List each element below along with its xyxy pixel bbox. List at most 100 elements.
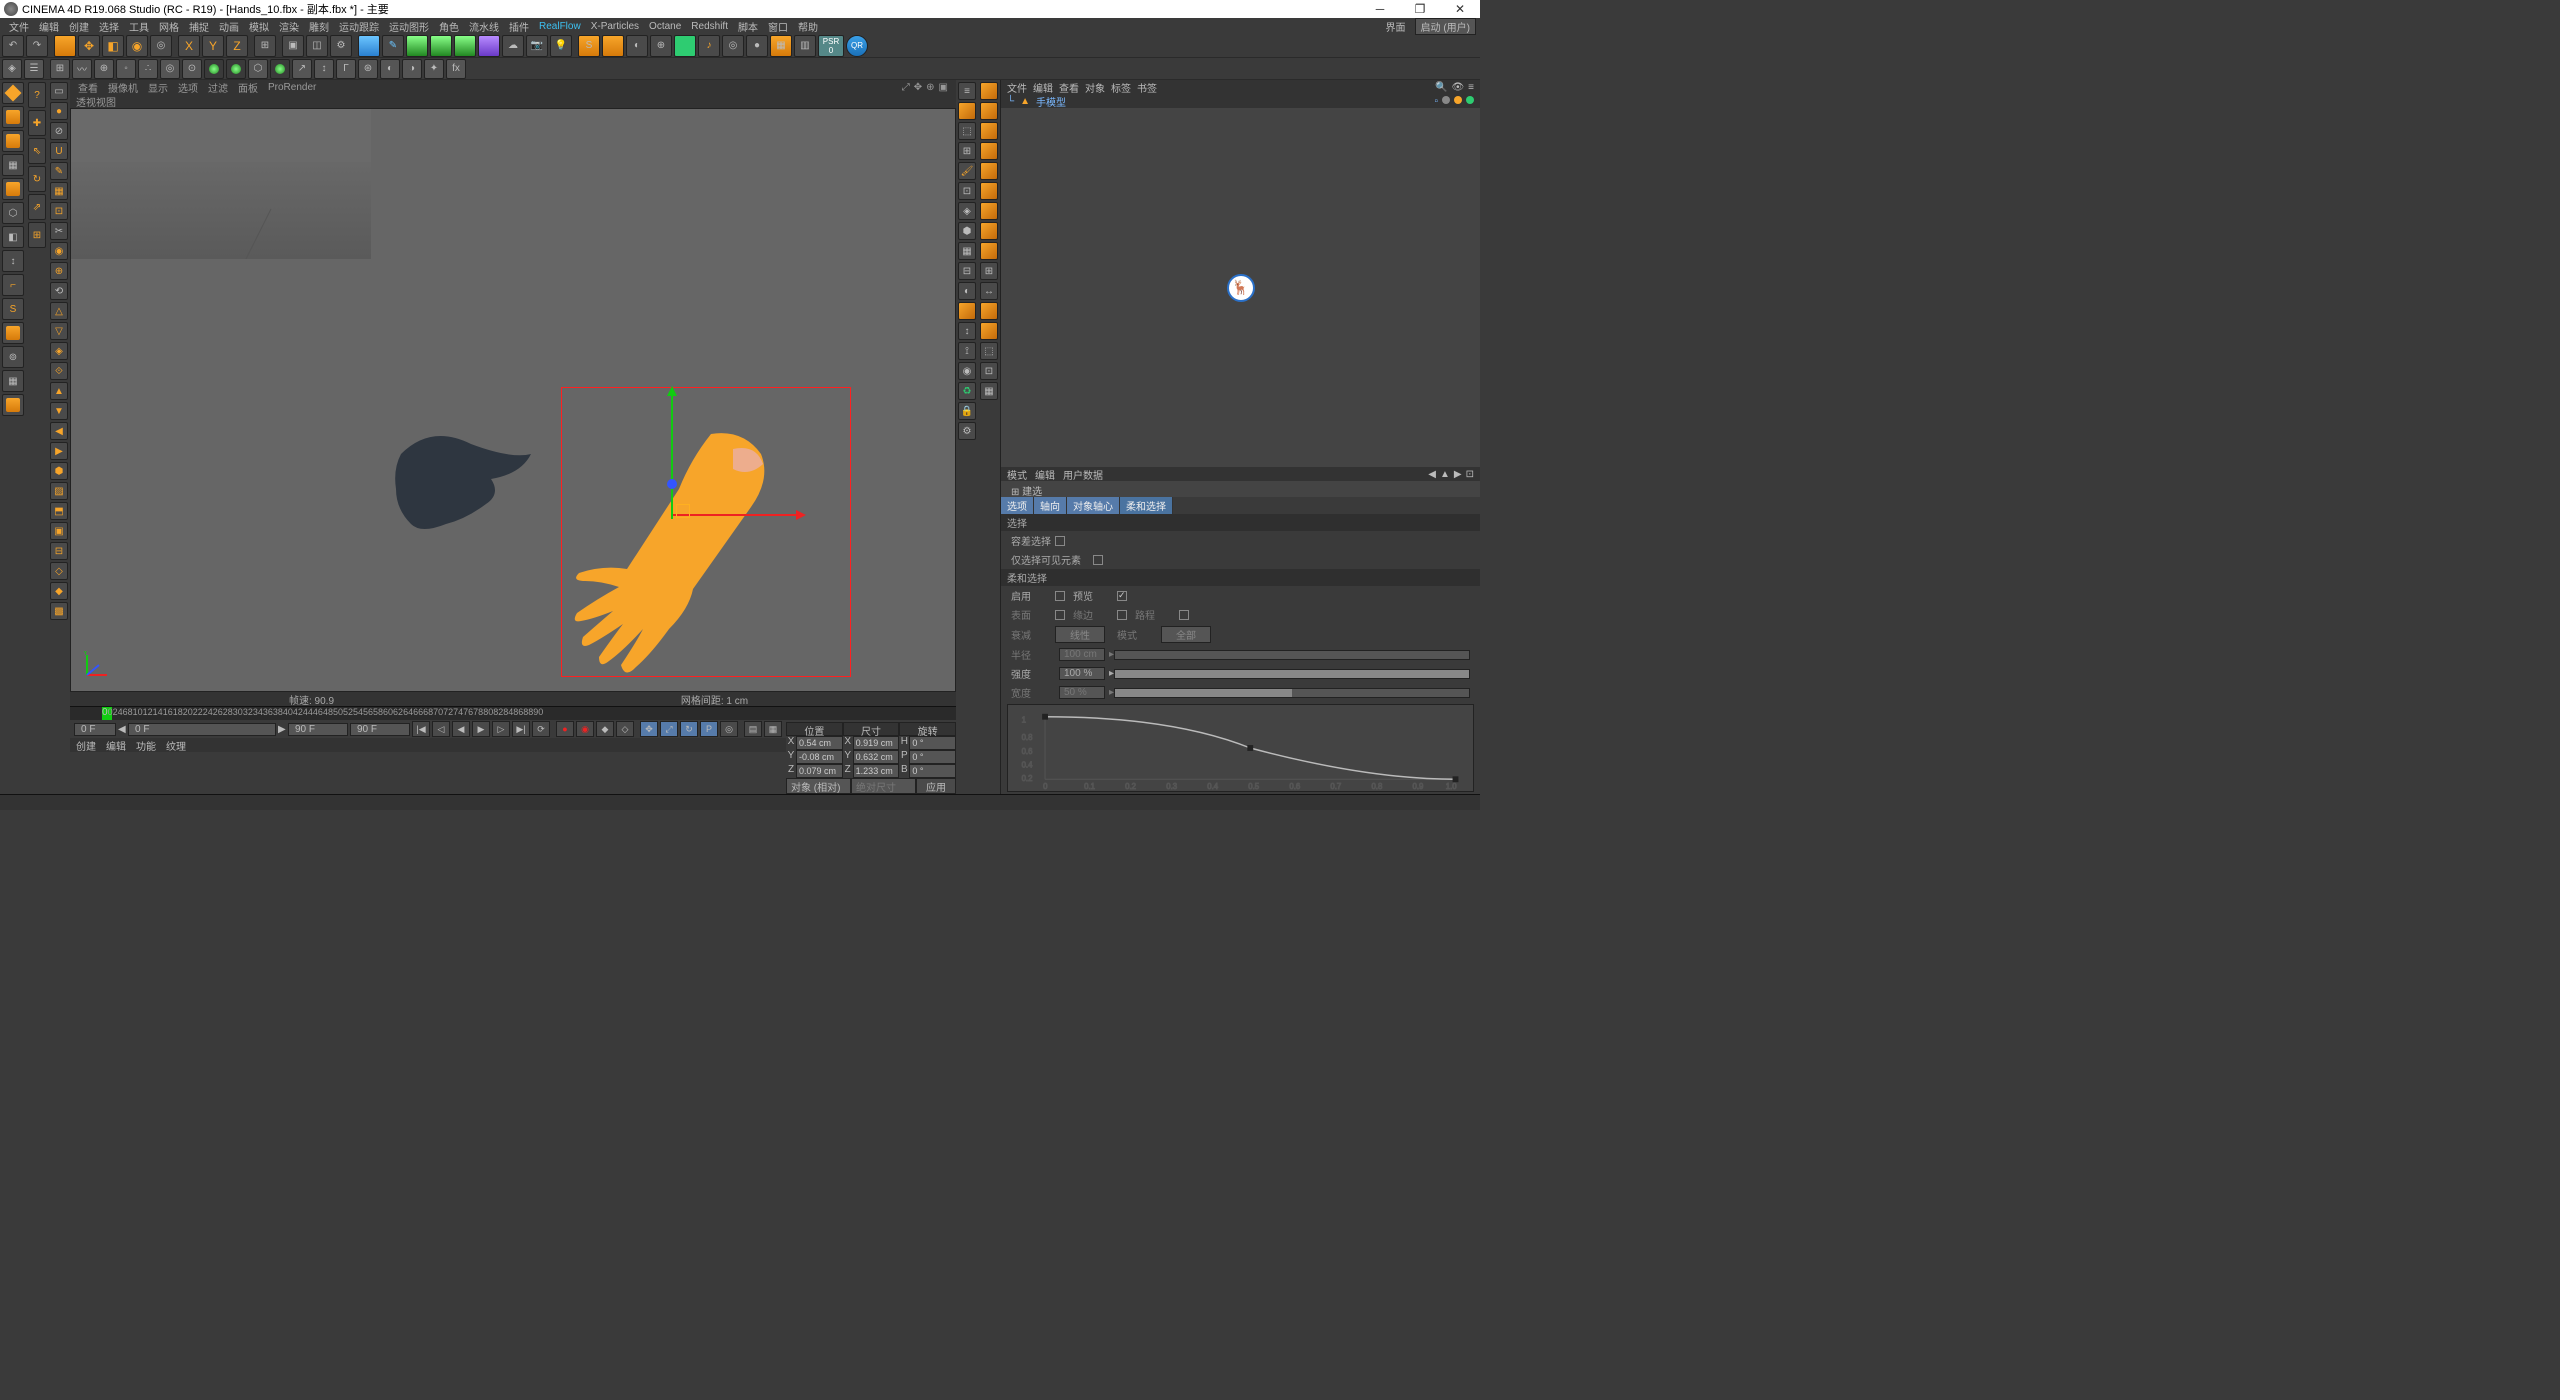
coord-apply-button[interactable]: 应用 <box>916 778 956 794</box>
rc-3[interactable] <box>980 122 998 140</box>
tab-options[interactable]: 选项 <box>1001 497 1034 514</box>
rs-10[interactable]: ↕ <box>958 322 976 340</box>
t2-15[interactable]: ◐ <box>380 59 400 79</box>
p-19[interactable]: ▶ <box>50 442 68 460</box>
slider-strength[interactable] <box>1114 669 1470 679</box>
t2-18[interactable]: fx <box>446 59 466 79</box>
menu-plugin[interactable]: 插件 <box>504 19 534 34</box>
rot-p-field[interactable] <box>909 750 956 764</box>
pos-y-field[interactable] <box>796 750 843 764</box>
size-z-field[interactable] <box>853 764 900 778</box>
maximize-button[interactable]: ❐ <box>1400 0 1440 18</box>
keymode-2[interactable]: ▦ <box>764 721 782 737</box>
p-17[interactable]: ▼ <box>50 402 68 420</box>
rs-3[interactable]: ⊞ <box>958 142 976 160</box>
om-view[interactable]: 查看 <box>1059 80 1079 95</box>
uv-point-mode[interactable]: ⌐ <box>2 274 24 296</box>
aux-4[interactable]: ↻ <box>28 166 46 192</box>
rc-11[interactable]: ↔ <box>980 282 998 300</box>
rc-5[interactable] <box>980 162 998 180</box>
coord-mode-dropdown[interactable]: 对象 (相对) <box>786 778 851 794</box>
axis-z-button[interactable]: Z <box>226 35 248 57</box>
am-edit[interactable]: 编辑 <box>1035 467 1055 482</box>
t2-4[interactable]: 〰 <box>72 59 92 79</box>
chk-enable[interactable] <box>1055 591 1065 601</box>
green-sphere2-icon[interactable] <box>231 64 241 74</box>
menu-sim[interactable]: 模拟 <box>244 19 274 34</box>
rs-gear-icon[interactable]: ⚙ <box>958 422 976 440</box>
pos-x-field[interactable] <box>796 736 843 750</box>
menu-redshift[interactable]: Redshift <box>686 21 733 32</box>
move-tool[interactable]: ✥ <box>78 35 100 57</box>
key-rot-button[interactable]: ↻ <box>680 721 698 737</box>
layout-dropdown[interactable]: 启动 (用户) <box>1415 18 1476 35</box>
om-eye-icon[interactable]: 👁 <box>1451 82 1464 93</box>
rot-b-field[interactable] <box>909 764 956 778</box>
objects-panel-body[interactable]: 🦌 <box>1001 108 1480 467</box>
plugin-5-button[interactable]: ♪ <box>698 35 720 57</box>
aux-6[interactable]: ⊞ <box>28 222 46 248</box>
uv-poly-mode[interactable]: S <box>2 298 24 320</box>
primitive-cube-button[interactable] <box>358 35 380 57</box>
chk-edge[interactable] <box>1117 610 1127 620</box>
p-26[interactable]: ◆ <box>50 582 68 600</box>
autokey-button[interactable]: ◉ <box>576 721 594 737</box>
menu-anim[interactable]: 动画 <box>214 19 244 34</box>
rc-8[interactable] <box>980 222 998 240</box>
vmenu-camera[interactable]: 摄像机 <box>108 80 138 95</box>
timeline-cursor[interactable]: 0024681012141618202224262830323436384042… <box>102 707 112 720</box>
am-back-icon[interactable]: ◀ <box>1428 469 1436 480</box>
p-24[interactable]: ⊟ <box>50 542 68 560</box>
poly-mode[interactable]: ◧ <box>2 226 24 248</box>
rc-16[interactable]: ▦ <box>980 382 998 400</box>
gizmo-z-axis[interactable] <box>667 479 677 489</box>
slider-radius[interactable] <box>1114 650 1470 660</box>
gizmo-y-axis[interactable] <box>671 389 673 519</box>
om-file[interactable]: 文件 <box>1007 80 1027 95</box>
t2-7[interactable]: ∴ <box>138 59 158 79</box>
rc-1[interactable] <box>980 82 998 100</box>
visibility-dot-render[interactable] <box>1466 96 1474 104</box>
workplane-button[interactable]: ▦ <box>2 370 24 392</box>
step-back-button[interactable]: ◁ <box>432 721 450 737</box>
key-pos-button[interactable]: ✥ <box>640 721 658 737</box>
make-editable-button[interactable] <box>2 82 24 104</box>
generator-button[interactable] <box>430 35 452 57</box>
chk-tolerance[interactable] <box>1055 536 1065 546</box>
undo-button[interactable]: ↶ <box>2 35 24 57</box>
plugin-7-button[interactable]: ● <box>746 35 768 57</box>
recycle-icon[interactable]: ♻ <box>958 382 976 400</box>
rs-2[interactable]: ⬚ <box>958 122 976 140</box>
size-x-field[interactable] <box>853 736 900 750</box>
p-10[interactable]: ⊕ <box>50 262 68 280</box>
mat-tex[interactable]: 纹理 <box>166 738 186 752</box>
key-pla-button[interactable]: ◎ <box>720 721 738 737</box>
plugin-6-button[interactable]: ◎ <box>722 35 744 57</box>
goto-start-button[interactable]: |◀ <box>412 721 430 737</box>
visibility-dot-editor[interactable] <box>1442 96 1450 104</box>
am-ext-icon[interactable]: ⊡ <box>1466 469 1474 480</box>
rs-6[interactable]: ⬢ <box>958 222 976 240</box>
close-button[interactable]: ✕ <box>1440 0 1480 18</box>
hand-model[interactable] <box>561 429 801 689</box>
key-scale-button[interactable]: ⤢ <box>660 721 678 737</box>
t2-11[interactable]: ↗ <box>292 59 312 79</box>
menu-render[interactable]: 渲染 <box>274 19 304 34</box>
p-6[interactable]: ▦ <box>50 182 68 200</box>
rc-12[interactable] <box>980 302 998 320</box>
render-settings-button[interactable]: ⚙ <box>330 35 352 57</box>
p-13[interactable]: ▽ <box>50 322 68 340</box>
material-manager[interactable] <box>70 752 786 794</box>
menu-realflow[interactable]: RealFlow <box>534 21 586 32</box>
t2-12[interactable]: ↕ <box>314 59 334 79</box>
texture-mode[interactable]: ▦ <box>2 154 24 176</box>
menu-sculpt[interactable]: 雕刻 <box>304 19 334 34</box>
anim-mode[interactable]: ↕ <box>2 250 24 272</box>
rs-5[interactable]: ◈ <box>958 202 976 220</box>
menu-octane[interactable]: Octane <box>644 21 686 32</box>
plugin-s-button[interactable]: S <box>578 35 600 57</box>
menu-mesh[interactable]: 网格 <box>154 19 184 34</box>
om-search-icon[interactable]: 🔍 <box>1435 82 1447 93</box>
num-radius[interactable]: 100 cm <box>1059 648 1105 661</box>
p-20[interactable]: ⬢ <box>50 462 68 480</box>
